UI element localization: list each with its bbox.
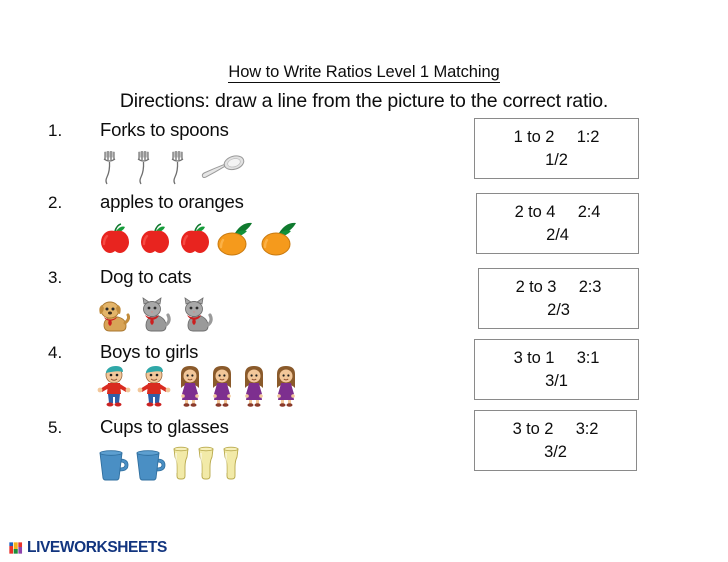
problem-label: Forks to spoons (100, 119, 229, 140)
problem-picture-row (96, 291, 214, 333)
problem-number: 1. (48, 121, 63, 140)
problem-picture-row (96, 216, 302, 258)
answer-fraction: 1/2 (545, 151, 568, 169)
answer-fraction: 2/4 (546, 226, 569, 244)
problem-picture-row (96, 443, 242, 481)
liveworksheets-mark-icon (9, 541, 23, 555)
girl-icon (277, 366, 295, 407)
answer-box[interactable]: 2 to 4 2:4 2/4 (476, 193, 639, 254)
apple-icon (141, 223, 169, 253)
fork-icon (103, 151, 116, 185)
spoon-icon (201, 155, 245, 179)
fork-icon (171, 151, 184, 185)
problem-row: 1. Forks to spoons (48, 118, 448, 190)
page-title-text: How to Write Ratios Level 1 Matching (228, 63, 500, 83)
answer-words-colon: 3 to 1 3:1 (513, 349, 600, 367)
answer-box-list: 1 to 2 1:2 1/2 2 to 4 2:4 2/4 2 to 3 2:3… (474, 118, 644, 488)
problem-label: Dog to cats (100, 266, 192, 287)
problem-label: Boys to girls (100, 341, 199, 362)
answer-fraction: 2/3 (547, 301, 570, 319)
page-title: How to Write Ratios Level 1 Matching (0, 62, 728, 83)
glass-icon (223, 446, 239, 480)
answer-fraction: 3/1 (545, 372, 568, 390)
problem-row: 4. Boys to girls (48, 340, 448, 415)
glass-icon (173, 446, 189, 480)
problem-list: 1. Forks to spoons 2. apples to oranges … (48, 118, 448, 485)
directions-text: Directions: draw a line from the picture… (119, 90, 609, 112)
answer-box[interactable]: 3 to 2 3:2 3/2 (474, 410, 637, 471)
orange-icon (217, 222, 252, 256)
answer-box[interactable]: 1 to 2 1:2 1/2 (474, 118, 639, 179)
problem-row: 3. Dog to cats (48, 265, 448, 340)
problem-number: 2. (48, 193, 63, 212)
problem-number: 4. (48, 343, 63, 362)
problem-row: 2. apples to oranges (48, 190, 448, 265)
answer-box[interactable]: 2 to 3 2:3 2/3 (478, 268, 639, 329)
liveworksheets-logo[interactable]: LIVEWORKSHEETS (9, 540, 167, 556)
problem-label: Cups to glasses (100, 416, 229, 437)
cup-icon (99, 450, 129, 481)
problem-number: 5. (48, 418, 63, 437)
problem-picture-row (96, 364, 300, 408)
girl-icon (213, 366, 231, 407)
problem-row: 5. Cups to glasses (48, 415, 448, 485)
fork-icon (137, 151, 150, 185)
problem-number: 3. (48, 268, 63, 287)
cat-icon (184, 297, 213, 332)
problem-picture-row (96, 144, 248, 186)
cup-icon (136, 450, 166, 481)
answer-box[interactable]: 3 to 1 3:1 3/1 (474, 339, 639, 400)
orange-icon (261, 222, 296, 256)
answer-words-colon: 3 to 2 3:2 (512, 420, 599, 438)
answer-words-colon: 1 to 2 1:2 (513, 128, 600, 146)
apple-icon (181, 223, 209, 253)
problem-label: apples to oranges (100, 191, 244, 212)
girl-icon (181, 366, 199, 407)
liveworksheets-wordmark: LIVEWORKSHEETS (27, 539, 167, 556)
boy-icon (97, 366, 131, 407)
glass-icon (198, 446, 214, 480)
answer-words-colon: 2 to 3 2:3 (515, 278, 602, 296)
boy-icon (137, 366, 171, 407)
worksheet-page: How to Write Ratios Level 1 Matching Dir… (0, 0, 728, 562)
cat-icon (142, 297, 171, 332)
answer-fraction: 3/2 (544, 443, 567, 461)
answer-words-colon: 2 to 4 2:4 (514, 203, 601, 221)
girl-icon (245, 366, 263, 407)
dog-icon (99, 301, 130, 332)
apple-icon (101, 223, 129, 253)
